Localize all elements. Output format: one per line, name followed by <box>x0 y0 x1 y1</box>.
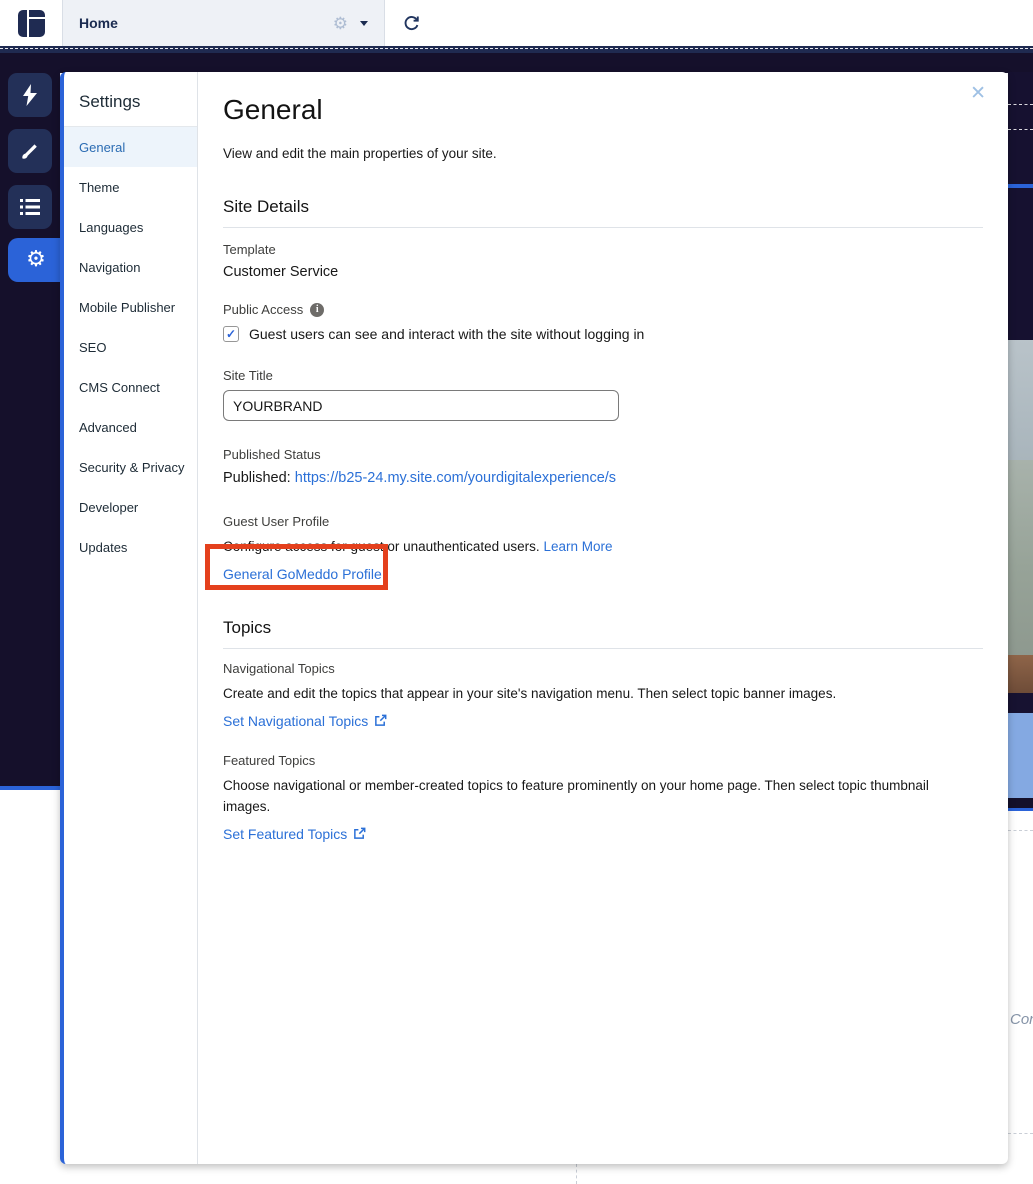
settings-nav-cms-connect[interactable]: CMS Connect <box>64 367 197 407</box>
site-details-heading: Site Details <box>223 197 983 217</box>
navigational-topics-desc: Create and edit the topics that appear i… <box>223 684 983 705</box>
canvas-dark-band-3 <box>1008 798 1033 811</box>
external-link-icon <box>353 827 366 840</box>
canvas-hero-dark <box>1008 72 1033 340</box>
page-subtitle: View and edit the main properties of you… <box>223 146 983 161</box>
settings-nav-updates[interactable]: Updates <box>64 527 197 567</box>
rail-theme-button[interactable] <box>8 129 52 173</box>
rail-structure-button[interactable] <box>8 185 52 229</box>
divider <box>223 227 983 228</box>
template-label: Template <box>223 242 983 257</box>
canvas-photo-sky <box>1008 340 1033 460</box>
set-navigational-topics-row: Set Navigational Topics <box>223 713 983 729</box>
canvas-dark-band-2 <box>1008 693 1033 713</box>
settings-gear-icon: ⚙ <box>26 249 46 271</box>
published-prefix: Published: <box>223 470 295 486</box>
topbar-spacer <box>437 0 1033 46</box>
learn-more-link[interactable]: Learn More <box>543 539 612 554</box>
page-tab-home[interactable]: Home ⚙ <box>63 0 385 46</box>
info-icon[interactable]: i <box>310 303 324 317</box>
template-value: Customer Service <box>223 264 983 280</box>
featured-topics-desc: Choose navigational or member-created to… <box>223 776 953 818</box>
settings-nav-theme[interactable]: Theme <box>64 167 197 207</box>
public-access-text: Public Access <box>223 302 303 317</box>
canvas-blue-section <box>1008 713 1033 798</box>
settings-nav-general[interactable]: General <box>64 127 197 167</box>
site-title-input[interactable] <box>223 390 619 421</box>
close-icon[interactable]: ✕ <box>970 84 986 103</box>
canvas-guide-line <box>576 1164 577 1184</box>
topics-heading: Topics <box>223 618 983 638</box>
settings-nav-seo[interactable]: SEO <box>64 327 197 367</box>
settings-nav-mobile-publisher[interactable]: Mobile Publisher <box>64 287 197 327</box>
settings-nav-developer[interactable]: Developer <box>64 487 197 527</box>
settings-nav: Settings General Theme Languages Navigat… <box>64 72 198 1164</box>
settings-nav-security-privacy[interactable]: Security & Privacy <box>64 447 197 487</box>
public-access-label: Public Access i <box>223 302 983 317</box>
workspace-layout-icon <box>18 10 45 37</box>
settings-title: Settings <box>79 92 140 111</box>
builder-top-bar: Home ⚙ <box>0 0 1033 46</box>
divider <box>223 648 983 649</box>
canvas-dark-band <box>0 53 1033 73</box>
brush-icon <box>20 141 40 161</box>
published-status-label: Published Status <box>223 447 983 462</box>
set-featured-topics-link[interactable]: Set Featured Topics <box>223 826 347 842</box>
canvas-top-edge <box>0 46 1033 53</box>
builder-logo-button[interactable] <box>0 0 63 46</box>
rail-settings-button[interactable]: ⚙ <box>8 238 64 282</box>
site-title-label: Site Title <box>223 368 983 383</box>
guest-access-checkbox[interactable]: ✓ <box>223 326 239 342</box>
external-link-icon <box>374 714 387 727</box>
rail-components-button[interactable] <box>8 73 52 117</box>
set-featured-topics-row: Set Featured Topics <box>223 826 983 842</box>
canvas-content-placeholder: Con <box>1010 1011 1033 1028</box>
guest-profile-label: Guest User Profile <box>223 514 983 529</box>
page-title: General <box>223 94 983 126</box>
page-tab-label: Home <box>79 15 118 31</box>
navigational-topics-label: Navigational Topics <box>223 661 983 676</box>
canvas-photo-wood <box>1008 655 1033 693</box>
refresh-icon <box>402 14 421 33</box>
canvas-photo-foliage <box>1008 460 1033 655</box>
caret-down-icon[interactable] <box>360 21 368 26</box>
refresh-button[interactable] <box>385 0 437 46</box>
lightning-icon <box>21 84 39 106</box>
settings-nav-advanced[interactable]: Advanced <box>64 407 197 447</box>
guest-profile-desc: Configure access for guest or unauthenti… <box>223 537 983 558</box>
settings-nav-header: Settings <box>64 72 197 127</box>
featured-topics-label: Featured Topics <box>223 753 983 768</box>
guest-access-checkbox-label: Guest users can see and interact with th… <box>249 326 644 342</box>
settings-nav-navigation[interactable]: Navigation <box>64 247 197 287</box>
published-url-link[interactable]: https://b25-24.my.site.com/yourdigitalex… <box>295 470 616 486</box>
settings-nav-languages[interactable]: Languages <box>64 207 197 247</box>
canvas-white-section: Con <box>1008 811 1033 1184</box>
settings-content: ✕ General View and edit the main propert… <box>198 72 1008 1164</box>
settings-modal: Settings General Theme Languages Navigat… <box>60 72 1008 1164</box>
guest-profile-desc-text: Configure access for guest or unauthenti… <box>223 539 543 554</box>
published-status-line: Published: https://b25-24.my.site.com/yo… <box>223 470 983 486</box>
guest-user-profile-section: Guest User Profile Configure access for … <box>223 514 983 582</box>
structure-icon <box>20 199 40 215</box>
guest-profile-link[interactable]: General GoMeddo Profile <box>223 566 382 582</box>
set-navigational-topics-link[interactable]: Set Navigational Topics <box>223 713 368 729</box>
guest-access-row: ✓ Guest users can see and interact with … <box>223 326 983 342</box>
canvas-preview-strip: Con <box>1008 72 1033 1184</box>
gear-icon[interactable]: ⚙ <box>333 15 348 32</box>
